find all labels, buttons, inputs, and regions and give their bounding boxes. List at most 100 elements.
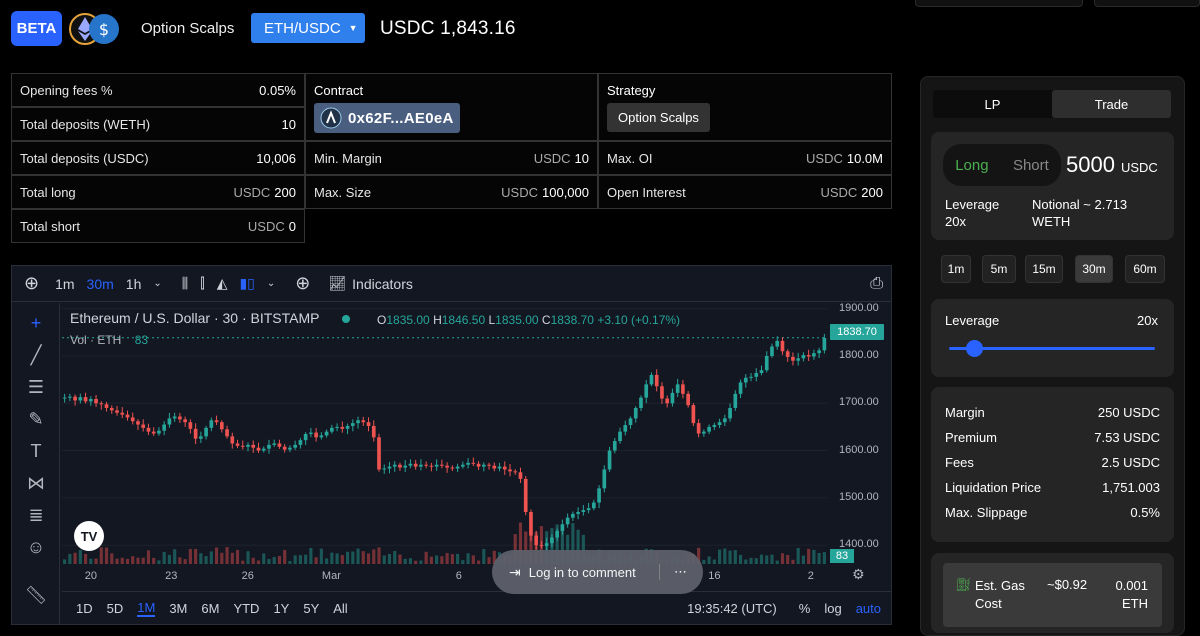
forecast-icon[interactable]: ≣: [24, 503, 48, 527]
candle: [696, 423, 701, 434]
app-name: Option Scalps: [141, 20, 235, 37]
drawing-toolbar: + ╱ ☰ ✎ T ⋈ ≣ ☺ 📏︎: [12, 303, 60, 625]
top-tab-1[interactable]: [915, 0, 1083, 7]
candle: [429, 465, 434, 467]
volume-bar: [99, 547, 103, 564]
range-1d[interactable]: 1D: [76, 601, 93, 616]
tab-trade[interactable]: Trade: [1052, 90, 1171, 118]
candle: [167, 418, 172, 425]
tf-15m[interactable]: 15m: [1025, 255, 1063, 283]
pattern-icon[interactable]: ⋈: [24, 471, 48, 495]
price-chart[interactable]: ⊕ 1m 30m 1h ⌄ ⫼ ⫿ ◭ ▮▯ ⌄ ⊕ 📈︎ Indicators…: [11, 265, 892, 625]
volume-legend: Vol · ETH 83: [70, 333, 148, 347]
tf-30m[interactable]: 30m: [1075, 255, 1113, 283]
candle: [487, 464, 491, 466]
percent-toggle[interactable]: %: [799, 601, 811, 616]
crosshair-icon[interactable]: +: [24, 311, 48, 335]
ruler-icon[interactable]: 📏︎: [24, 583, 48, 607]
bar-style-icon[interactable]: ⫼: [182, 275, 188, 292]
chart-plot-area[interactable]: [62, 304, 827, 564]
volume-bar: [304, 554, 308, 564]
range-1y[interactable]: 1Y: [273, 601, 289, 616]
gas-box: ⛽︎ Est. Gas Cost ~$0.92 0.001 ETH: [943, 563, 1162, 627]
chevron-down-icon[interactable]: ⌄: [267, 278, 275, 289]
compare-icon[interactable]: ⊕: [295, 273, 310, 294]
timeframe-1h[interactable]: 1h: [126, 276, 142, 292]
leverage-slider-handle[interactable]: [965, 340, 983, 357]
tf-1m[interactable]: 1m: [941, 255, 971, 283]
volume-bar: [131, 556, 135, 564]
stat-unit: USDC: [533, 150, 571, 166]
indicators-icon[interactable]: 📈︎: [328, 275, 346, 292]
login-to-comment-button[interactable]: ⇥ Log in to comment ⋯: [492, 550, 703, 594]
short-option[interactable]: Short: [1013, 157, 1049, 174]
range-5y[interactable]: 5Y: [303, 601, 319, 616]
candle-style-icon[interactable]: ▮▯: [239, 275, 254, 292]
candle: [759, 370, 764, 374]
candle: [434, 464, 439, 467]
volume-bar: [246, 551, 250, 564]
candles-icon[interactable]: ⫿: [200, 275, 204, 292]
volume-bar: [382, 555, 386, 564]
trendline-icon[interactable]: ╱: [24, 343, 48, 367]
notional-info: Notional ~ 2.713 WETH: [1032, 196, 1127, 230]
camera-icon[interactable]: ⎙: [870, 275, 883, 293]
stat-label: Total deposits (USDC): [20, 150, 149, 166]
range-ytd[interactable]: YTD: [233, 601, 259, 616]
candle: [455, 466, 460, 469]
candle: [230, 436, 235, 444]
add-symbol-icon[interactable]: ⊕: [24, 273, 39, 294]
contract-address-pill[interactable]: 0x62F...AE0eA: [314, 103, 460, 133]
indicators-button[interactable]: Indicators: [352, 276, 413, 292]
area-icon[interactable]: ◭: [217, 275, 228, 292]
brush-icon[interactable]: ✎: [24, 407, 48, 431]
stat-label: Max. OI: [607, 150, 653, 166]
top-tab-2[interactable]: [1094, 0, 1200, 7]
range-1m[interactable]: 1M: [137, 600, 156, 617]
stat-opening-fees: Opening fees % 0.05%: [11, 73, 305, 107]
volume-bar: [456, 553, 460, 564]
emoji-icon[interactable]: ☺: [24, 535, 48, 559]
volume-bar: [298, 555, 302, 564]
pair-select[interactable]: ETH/USDC ▼: [251, 13, 365, 43]
tf-5m[interactable]: 5m: [982, 255, 1016, 283]
volume-bar: [167, 554, 171, 564]
clock-time[interactable]: 19:35:42 (UTC): [687, 601, 777, 616]
x-tick-label: 16: [708, 570, 721, 582]
log-toggle[interactable]: log: [824, 601, 841, 616]
candle: [481, 464, 486, 467]
range-6m[interactable]: 6M: [201, 601, 219, 616]
candle: [235, 443, 240, 446]
range-5d[interactable]: 5D: [107, 601, 124, 616]
more-icon[interactable]: ⋯: [659, 564, 687, 580]
candle: [817, 350, 821, 354]
settings-gear-icon[interactable]: ⚙︎: [852, 566, 865, 583]
timeframe-30m[interactable]: 30m: [87, 276, 114, 292]
gas-usd: ~$0.92: [1047, 577, 1088, 592]
long-option[interactable]: Long: [955, 157, 988, 174]
stat-max-oi: Max. OI USDC 10.0M: [598, 141, 892, 175]
long-short-toggle[interactable]: Long Short: [943, 144, 1061, 186]
amount-input[interactable]: 5000 USDC: [1066, 152, 1158, 178]
range-3m[interactable]: 3M: [169, 601, 187, 616]
timeframe-1m[interactable]: 1m: [55, 276, 74, 292]
tf-60m[interactable]: 60m: [1125, 255, 1165, 283]
volume-bar: [780, 553, 785, 564]
range-all[interactable]: All: [333, 601, 347, 616]
volume-bar: [209, 551, 213, 564]
candle: [172, 416, 177, 419]
fib-icon[interactable]: ☰: [24, 375, 48, 399]
stat-deposits-weth: Total deposits (WETH) 10: [11, 107, 305, 141]
tradingview-logo[interactable]: TV: [74, 521, 104, 551]
volume-bar: [173, 549, 177, 564]
candle: [178, 416, 182, 420]
volume-bar: [429, 556, 433, 564]
tab-lp[interactable]: LP: [933, 90, 1052, 118]
strategy-pill[interactable]: Option Scalps: [607, 103, 710, 132]
chevron-down-icon[interactable]: ⌄: [153, 278, 161, 289]
volume-bar: [759, 554, 764, 564]
stat-label: Total long: [20, 184, 76, 200]
text-icon[interactable]: T: [24, 439, 48, 463]
stat-label: Open Interest: [607, 184, 686, 200]
auto-toggle[interactable]: auto: [856, 601, 881, 616]
